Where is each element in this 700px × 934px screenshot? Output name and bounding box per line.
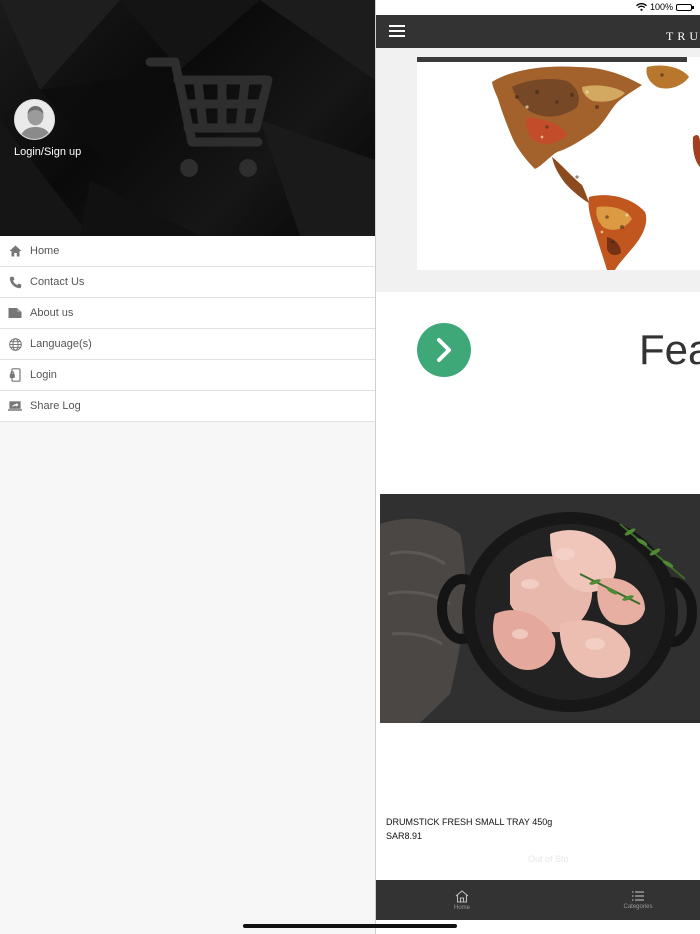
menu-item-share-log[interactable]: Share Log: [0, 391, 375, 422]
menu-icon[interactable]: [389, 25, 405, 37]
chicken-drumsticks-image: [380, 494, 700, 723]
menu-item-languages[interactable]: Language(s): [0, 329, 375, 360]
side-drawer: Login/Sign up Home Contact Us About us L…: [0, 0, 376, 934]
globe-icon: [8, 337, 22, 351]
brand-title: TRU: [666, 29, 700, 43]
main-app: 100% TRU Fea DRUMSTICK FRESH SMALL TRAY …: [376, 0, 700, 934]
login-icon: [8, 368, 22, 382]
drawer-header: Login/Sign up: [0, 0, 375, 236]
share-icon: [8, 399, 22, 413]
menu-item-label: About us: [30, 307, 74, 319]
status-bar: 100%: [376, 0, 700, 15]
top-app-bar: TRU: [376, 15, 700, 48]
tab-home[interactable]: Home: [432, 880, 492, 920]
product-image: [380, 494, 700, 723]
menu-item-home[interactable]: Home: [0, 236, 375, 267]
stock-status: Out of Sto: [528, 854, 569, 864]
menu-item-label: Home: [30, 245, 60, 257]
geometric-background: [0, 0, 375, 236]
product-price: SAR8.91: [386, 831, 423, 841]
featured-section: Fea: [376, 298, 700, 428]
product-name: DRUMSTICK FRESH SMALL TRAY 450g: [386, 817, 553, 827]
chevron-right-icon: [437, 338, 451, 362]
product-card[interactable]: DRUMSTICK FRESH SMALL TRAY 450g SAR8.91 …: [380, 407, 700, 872]
home-icon: [8, 244, 22, 258]
drawer-menu: Home Contact Us About us Language(s) Log…: [0, 236, 375, 422]
spice-world-map-image: [492, 65, 700, 270]
tab-home-label: Home: [453, 904, 470, 911]
folder-icon: [8, 306, 22, 320]
banner-image[interactable]: [417, 57, 700, 270]
menu-item-label: Language(s): [30, 338, 92, 350]
featured-title: Fea: [639, 326, 700, 373]
home-icon: [455, 889, 469, 903]
tab-categories-label: Categories: [623, 904, 653, 910]
avatar[interactable]: [14, 99, 55, 140]
menu-item-label: Login: [30, 369, 57, 381]
wifi-icon: [636, 3, 647, 11]
menu-item-login[interactable]: Login: [0, 360, 375, 391]
bottom-tab-bar: Home Categories: [376, 880, 700, 920]
battery-icon: [676, 3, 694, 11]
menu-item-about-us[interactable]: About us: [0, 298, 375, 329]
list-icon: [632, 891, 644, 901]
banner-top-bar: [417, 57, 687, 62]
phone-icon: [8, 275, 22, 289]
next-arrow-button[interactable]: [417, 323, 471, 377]
menu-item-contact-us[interactable]: Contact Us: [0, 267, 375, 298]
tab-categories[interactable]: Categories: [608, 880, 668, 920]
status-indicators: 100%: [636, 2, 694, 12]
home-indicator[interactable]: [243, 924, 457, 928]
battery-percent: 100%: [649, 2, 673, 12]
menu-item-label: Share Log: [30, 400, 81, 412]
login-signup-link[interactable]: Login/Sign up: [14, 146, 81, 158]
menu-item-label: Contact Us: [30, 276, 85, 288]
banner-section: [376, 48, 700, 292]
